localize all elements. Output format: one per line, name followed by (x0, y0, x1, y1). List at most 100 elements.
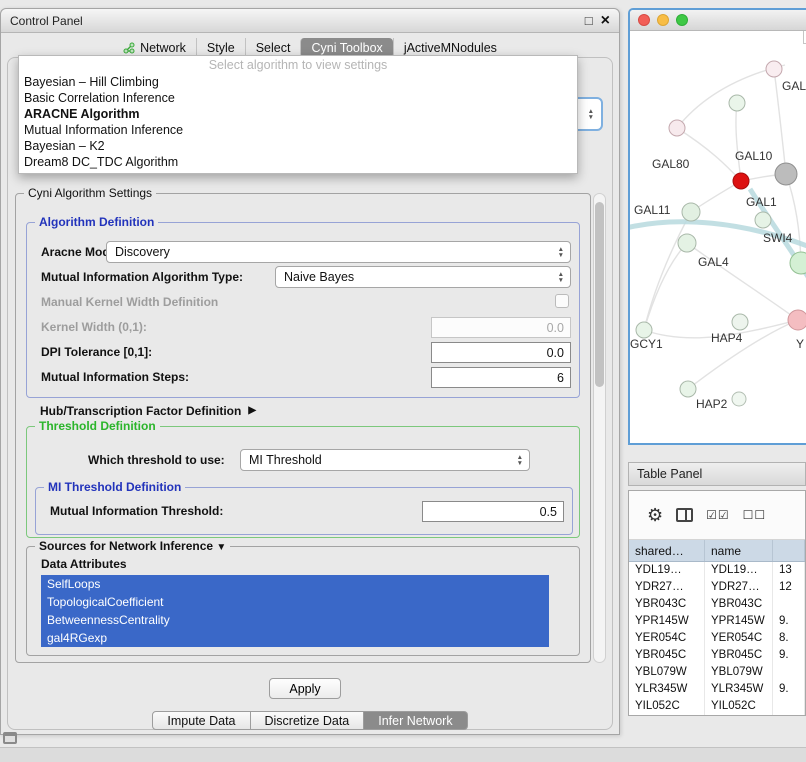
table-row[interactable]: YPR145WYPR145W9. (629, 613, 805, 630)
network-window-titlebar[interactable] (630, 10, 806, 31)
tab-impute-data[interactable]: Impute Data (152, 711, 250, 730)
table-panel-window: ⚙ ☑☑ ☐☐ shared… name YDL19…YDL19…13 YDR2… (628, 490, 806, 716)
network-node[interactable] (669, 120, 685, 136)
list-item[interactable]: SelfLoops (41, 575, 549, 593)
cell: YBR043C (629, 596, 705, 613)
settings-scrollbar[interactable] (593, 193, 606, 663)
minimize-traffic-light[interactable] (657, 14, 669, 26)
apply-button[interactable]: Apply (269, 678, 341, 699)
network-canvas[interactable]: GAL80GAL10GAL1GAL11SWI4GAL4GCY1HAP4HAP2G… (630, 31, 806, 443)
tab-infer-network[interactable]: Infer Network (364, 711, 467, 730)
table-row[interactable]: YBR043CYBR043C (629, 596, 805, 613)
dpi-tolerance-input[interactable] (431, 342, 571, 363)
table-row[interactable]: YLR345WYLR345W9. (629, 681, 805, 698)
table-row[interactable]: YDR27…YDR27…12 (629, 579, 805, 596)
network-node[interactable] (766, 61, 782, 77)
cell: 9. (773, 647, 805, 664)
sources-title[interactable]: Sources for Network Inference ▼ (35, 539, 230, 553)
network-node-label: GAL4 (698, 255, 729, 269)
cell: YBR045C (705, 647, 773, 664)
table-panel-titlebar[interactable]: Table Panel (628, 462, 806, 486)
popup-item[interactable]: Mutual Information Inference (19, 122, 577, 138)
table-row[interactable]: YBR045CYBR045C9. (629, 647, 805, 664)
network-node-label: GAL10 (735, 149, 773, 163)
table-row[interactable]: YIL052CYIL052C (629, 698, 805, 715)
network-node[interactable] (733, 173, 749, 189)
tab-discretize-data[interactable]: Discretize Data (251, 711, 365, 730)
network-node[interactable] (682, 203, 700, 221)
dock-icon[interactable] (3, 732, 17, 744)
popup-item[interactable]: Dream8 DC_TDC Algorithm (19, 154, 577, 170)
aracne-mode-select[interactable]: Discovery ▲▼ (106, 241, 571, 263)
mi-steps-label: Mutual Information Steps: (41, 370, 189, 384)
table-body: YDL19…YDL19…13 YDR27…YDR27…12 YBR043CYBR… (629, 562, 805, 715)
network-node-label: HAP2 (696, 397, 728, 411)
aracne-mode-value: Discovery (115, 245, 558, 259)
tab-label: jActiveMNodules (404, 40, 497, 56)
manual-kernel-width-checkbox[interactable] (555, 294, 569, 308)
tab-label: Select (256, 40, 291, 56)
cell: YPR145W (629, 613, 705, 630)
cell: YDR27… (705, 579, 773, 596)
cell: YIL052C (629, 698, 705, 715)
list-item[interactable]: gal4RGexp (41, 629, 549, 647)
network-node-label: GAL1 (746, 195, 777, 209)
kernel-width-label: Kernel Width (0,1): (41, 320, 147, 334)
network-node[interactable] (636, 322, 652, 338)
network-node[interactable] (732, 392, 746, 406)
mi-threshold-definition-title: MI Threshold Definition (44, 480, 185, 494)
threshold-definition-group: Threshold Definition Which threshold to … (26, 426, 580, 538)
which-threshold-select[interactable]: MI Threshold ▲▼ (240, 449, 530, 471)
kernel-width-input[interactable] (431, 317, 571, 338)
popup-item[interactable]: Bayesian – Hill Climbing (19, 74, 577, 90)
zoom-traffic-light[interactable] (676, 14, 688, 26)
popup-item-selected[interactable]: ARACNE Algorithm (19, 106, 577, 122)
network-node[interactable] (788, 310, 806, 330)
table-row[interactable]: YER054CYER054C8. (629, 630, 805, 647)
table-row[interactable]: YBL079WYBL079W (629, 664, 805, 681)
close-traffic-light[interactable] (638, 14, 650, 26)
hub-definition-toggle[interactable]: Hub/Transcription Factor Definition ▶ (40, 404, 256, 418)
control-panel-titlebar[interactable]: Control Panel □ × (1, 9, 619, 33)
arrow-down-icon: ▼ (588, 115, 594, 120)
network-node-label: SWI4 (763, 231, 793, 245)
network-node[interactable] (775, 163, 797, 185)
network-view-window: GAL80GAL10GAL1GAL11SWI4GAL4GCY1HAP4HAP2G… (628, 8, 806, 445)
cell: YDL19… (705, 562, 773, 579)
network-svg: GAL80GAL10GAL1GAL11SWI4GAL4GCY1HAP4HAP2G… (630, 31, 806, 443)
mi-threshold-input[interactable] (422, 501, 564, 522)
column-header-shared-name[interactable]: shared… (629, 540, 705, 561)
settings-gear-icon[interactable]: ⚙ (647, 506, 663, 524)
network-node[interactable] (732, 314, 748, 330)
list-item[interactable]: BetweennessCentrality (41, 611, 549, 629)
mi-algorithm-type-select[interactable]: Naive Bayes ▲▼ (275, 266, 571, 288)
cell: YBL079W (705, 664, 773, 681)
float-window-icon[interactable]: □ (585, 14, 593, 27)
column-header-partial[interactable] (773, 540, 805, 561)
network-node[interactable] (755, 212, 771, 228)
network-edge (688, 320, 798, 389)
mi-steps-input[interactable] (431, 367, 571, 388)
close-window-icon[interactable]: × (601, 13, 610, 29)
bottom-status-bar (0, 747, 806, 762)
popup-item[interactable]: Basic Correlation Inference (19, 90, 577, 106)
network-node[interactable] (680, 381, 696, 397)
popup-placeholder: Select algorithm to view settings (19, 56, 577, 74)
table-row[interactable]: YDL19…YDL19…13 (629, 562, 805, 579)
network-edge (736, 103, 741, 181)
network-node-label: GCY1 (630, 337, 663, 351)
stepper-icon: ▲▼ (558, 247, 564, 258)
deselect-all-icon[interactable]: ☐☐ (743, 509, 767, 521)
table-header: shared… name (629, 540, 805, 562)
popup-item[interactable]: Bayesian – K2 (19, 138, 577, 154)
column-header-name[interactable]: name (705, 540, 773, 561)
window-buttons: □ × (585, 13, 610, 29)
scrollbar-thumb[interactable] (595, 202, 604, 387)
list-item[interactable]: TopologicalCoefficient (41, 593, 549, 611)
network-node[interactable] (678, 234, 696, 252)
select-all-icon[interactable]: ☑☑ (706, 509, 730, 521)
table-toolbar: ⚙ ☑☑ ☐☐ (629, 491, 805, 540)
cell: YBR043C (705, 596, 773, 613)
columns-icon[interactable] (676, 508, 693, 522)
network-node[interactable] (729, 95, 745, 111)
